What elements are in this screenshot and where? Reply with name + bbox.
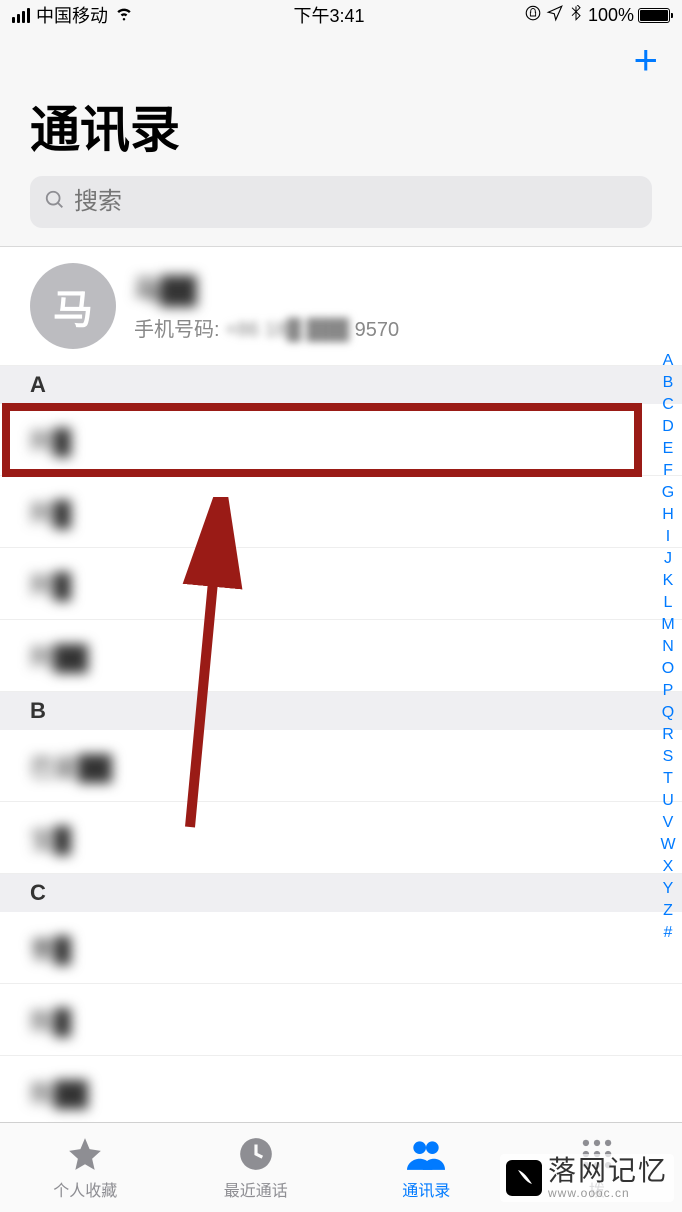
index-letter[interactable]: A xyxy=(658,350,678,372)
tab-contacts[interactable]: 通讯录 xyxy=(341,1123,512,1212)
contact-row[interactable]: 宝█ xyxy=(0,802,682,874)
index-letter[interactable]: M xyxy=(658,614,678,636)
page-title: 通讯录 xyxy=(30,90,652,162)
watermark-text: 落网记忆 xyxy=(548,1156,668,1187)
orientation-lock-icon xyxy=(524,4,542,27)
index-letter[interactable]: O xyxy=(658,658,678,680)
search-field[interactable] xyxy=(30,176,652,228)
index-letter[interactable]: # xyxy=(658,922,678,944)
contact-row[interactable]: 陈█ xyxy=(0,984,682,1056)
section-header: A xyxy=(0,366,682,404)
index-letter[interactable]: T xyxy=(658,768,678,790)
search-input[interactable] xyxy=(74,188,638,216)
content-scroll[interactable]: 马 马██ 手机号码: +86 18█ ███ 9570 A阿█阿█阿█阿██B… xyxy=(0,246,682,1138)
index-letter[interactable]: C xyxy=(658,394,678,416)
status-time: 下午3:41 xyxy=(293,2,364,28)
index-letter[interactable]: P xyxy=(658,680,678,702)
location-icon xyxy=(546,4,564,27)
signal-icon xyxy=(12,8,30,23)
index-letter[interactable]: N xyxy=(658,636,678,658)
contact-row[interactable]: 陈██ xyxy=(0,1056,682,1128)
search-icon xyxy=(44,189,66,216)
index-letter[interactable]: K xyxy=(658,570,678,592)
contact-row[interactable]: 阿█ xyxy=(0,404,682,476)
index-letter[interactable]: U xyxy=(658,790,678,812)
index-letter[interactable]: D xyxy=(658,416,678,438)
index-letter[interactable]: G xyxy=(658,482,678,504)
clock-icon xyxy=(237,1135,275,1173)
contact-row[interactable]: 阿█ xyxy=(0,548,682,620)
battery-pct: 100% xyxy=(588,5,634,26)
wifi-icon xyxy=(114,3,134,28)
contact-row[interactable]: 阿█ xyxy=(0,476,682,548)
contact-row[interactable]: 曹█ xyxy=(0,912,682,984)
index-letter[interactable]: W xyxy=(658,834,678,856)
index-letter[interactable]: J xyxy=(658,548,678,570)
tab-recents[interactable]: 最近通话 xyxy=(171,1123,342,1212)
title-area: 通讯录 xyxy=(0,90,682,246)
index-letter[interactable]: L xyxy=(658,592,678,614)
index-letter[interactable]: H xyxy=(658,504,678,526)
battery-icon xyxy=(638,8,670,23)
watermark: 落网记忆 www.oooc.cn xyxy=(500,1154,674,1202)
watermark-logo-icon xyxy=(506,1160,542,1196)
section-header: C xyxy=(0,874,682,912)
contact-row[interactable]: 巴星██ xyxy=(0,730,682,802)
add-contact-button[interactable]: + xyxy=(633,39,658,81)
watermark-url: www.oooc.cn xyxy=(548,1187,668,1200)
index-letter[interactable]: Q xyxy=(658,702,678,724)
bluetooth-icon xyxy=(568,5,584,26)
section-header: B xyxy=(0,692,682,730)
contact-row[interactable]: 阿██ xyxy=(0,620,682,692)
star-icon xyxy=(66,1135,104,1173)
my-card[interactable]: 马 马██ 手机号码: +86 18█ ███ 9570 xyxy=(0,247,682,366)
tab-favorites[interactable]: 个人收藏 xyxy=(0,1123,171,1212)
index-letter[interactable]: E xyxy=(658,438,678,460)
index-letter[interactable]: V xyxy=(658,812,678,834)
carrier-label: 中国移动 xyxy=(36,2,108,28)
index-letter[interactable]: F xyxy=(658,460,678,482)
my-phone: 手机号码: +86 18█ ███ 9570 xyxy=(134,313,399,342)
index-letter[interactable]: R xyxy=(658,724,678,746)
index-letter[interactable]: S xyxy=(658,746,678,768)
index-letter[interactable]: B xyxy=(658,372,678,394)
index-letter[interactable]: I xyxy=(658,526,678,548)
avatar: 马 xyxy=(30,263,116,349)
status-bar: 中国移动 下午3:41 100% xyxy=(0,0,682,30)
my-name: 马██ xyxy=(134,270,399,307)
index-letter[interactable]: Z xyxy=(658,900,678,922)
nav-bar: + xyxy=(0,30,682,90)
index-letter[interactable]: X xyxy=(658,856,678,878)
index-letter[interactable]: Y xyxy=(658,878,678,900)
index-bar[interactable]: ABCDEFGHIJKLMNOPQRSTUVWXYZ# xyxy=(658,350,678,944)
contacts-icon xyxy=(407,1135,445,1173)
